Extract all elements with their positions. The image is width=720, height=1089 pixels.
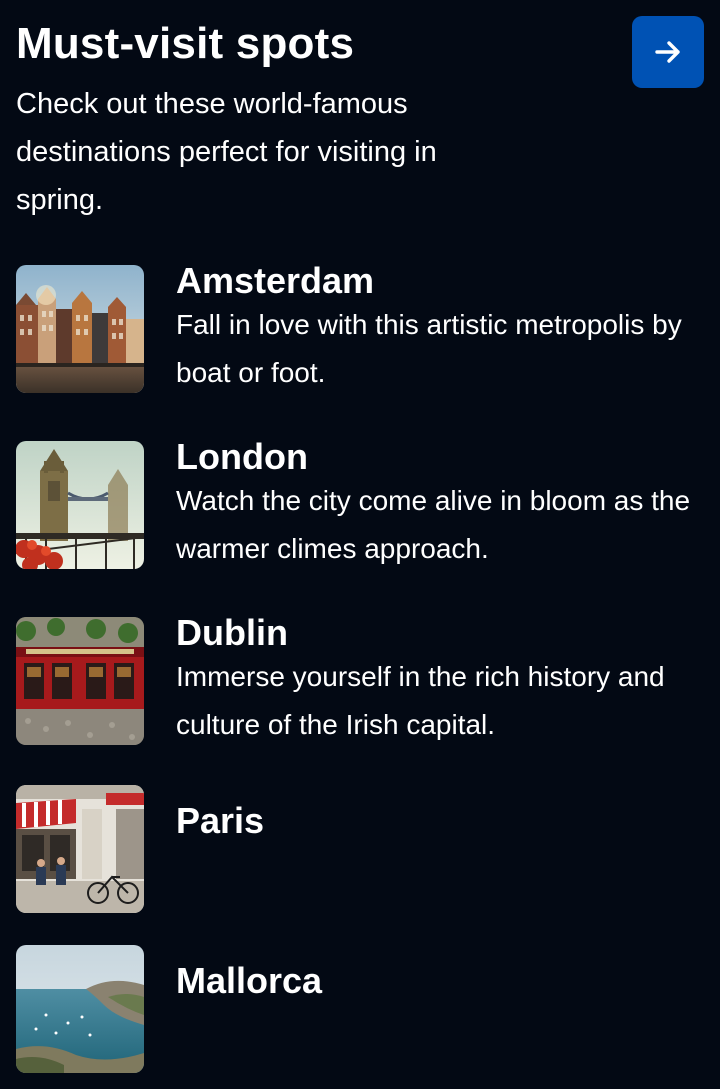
destination-item-london[interactable]: London Watch the city come alive in bloo… — [16, 436, 704, 573]
must-visit-spots-screen: Must-visit spots Check out these world-f… — [0, 0, 720, 1089]
see-all-button[interactable] — [632, 16, 704, 88]
london-photo — [16, 441, 144, 569]
destination-description: Watch the city come alive in bloom as th… — [176, 485, 691, 564]
destination-description: Immerse yourself in the rich history and… — [176, 661, 665, 740]
mallorca-photo — [16, 945, 144, 1073]
destination-item-paris[interactable]: Paris — [16, 785, 704, 913]
dublin-photo — [16, 617, 144, 745]
destination-name: Mallorca — [176, 960, 323, 1001]
amsterdam-photo — [16, 265, 144, 393]
paris-photo — [16, 785, 144, 913]
destination-item-dublin[interactable]: Dublin Immerse yourself in the rich hist… — [16, 612, 704, 749]
destination-name: Paris — [176, 800, 265, 841]
destination-item-mallorca[interactable]: Mallorca — [16, 945, 704, 1073]
destination-description: Fall in love with this artistic metropol… — [176, 309, 682, 388]
destination-item-amsterdam[interactable]: Amsterdam Fall in love with this artisti… — [16, 260, 704, 397]
page-title: Must-visit spots — [16, 19, 355, 68]
destination-name: London — [176, 436, 308, 477]
page-subtitle: Check out these world-famous destination… — [16, 88, 437, 216]
destination-name: Amsterdam — [176, 260, 375, 301]
arrow-right-icon — [655, 41, 680, 63]
destination-name: Dublin — [176, 612, 288, 653]
